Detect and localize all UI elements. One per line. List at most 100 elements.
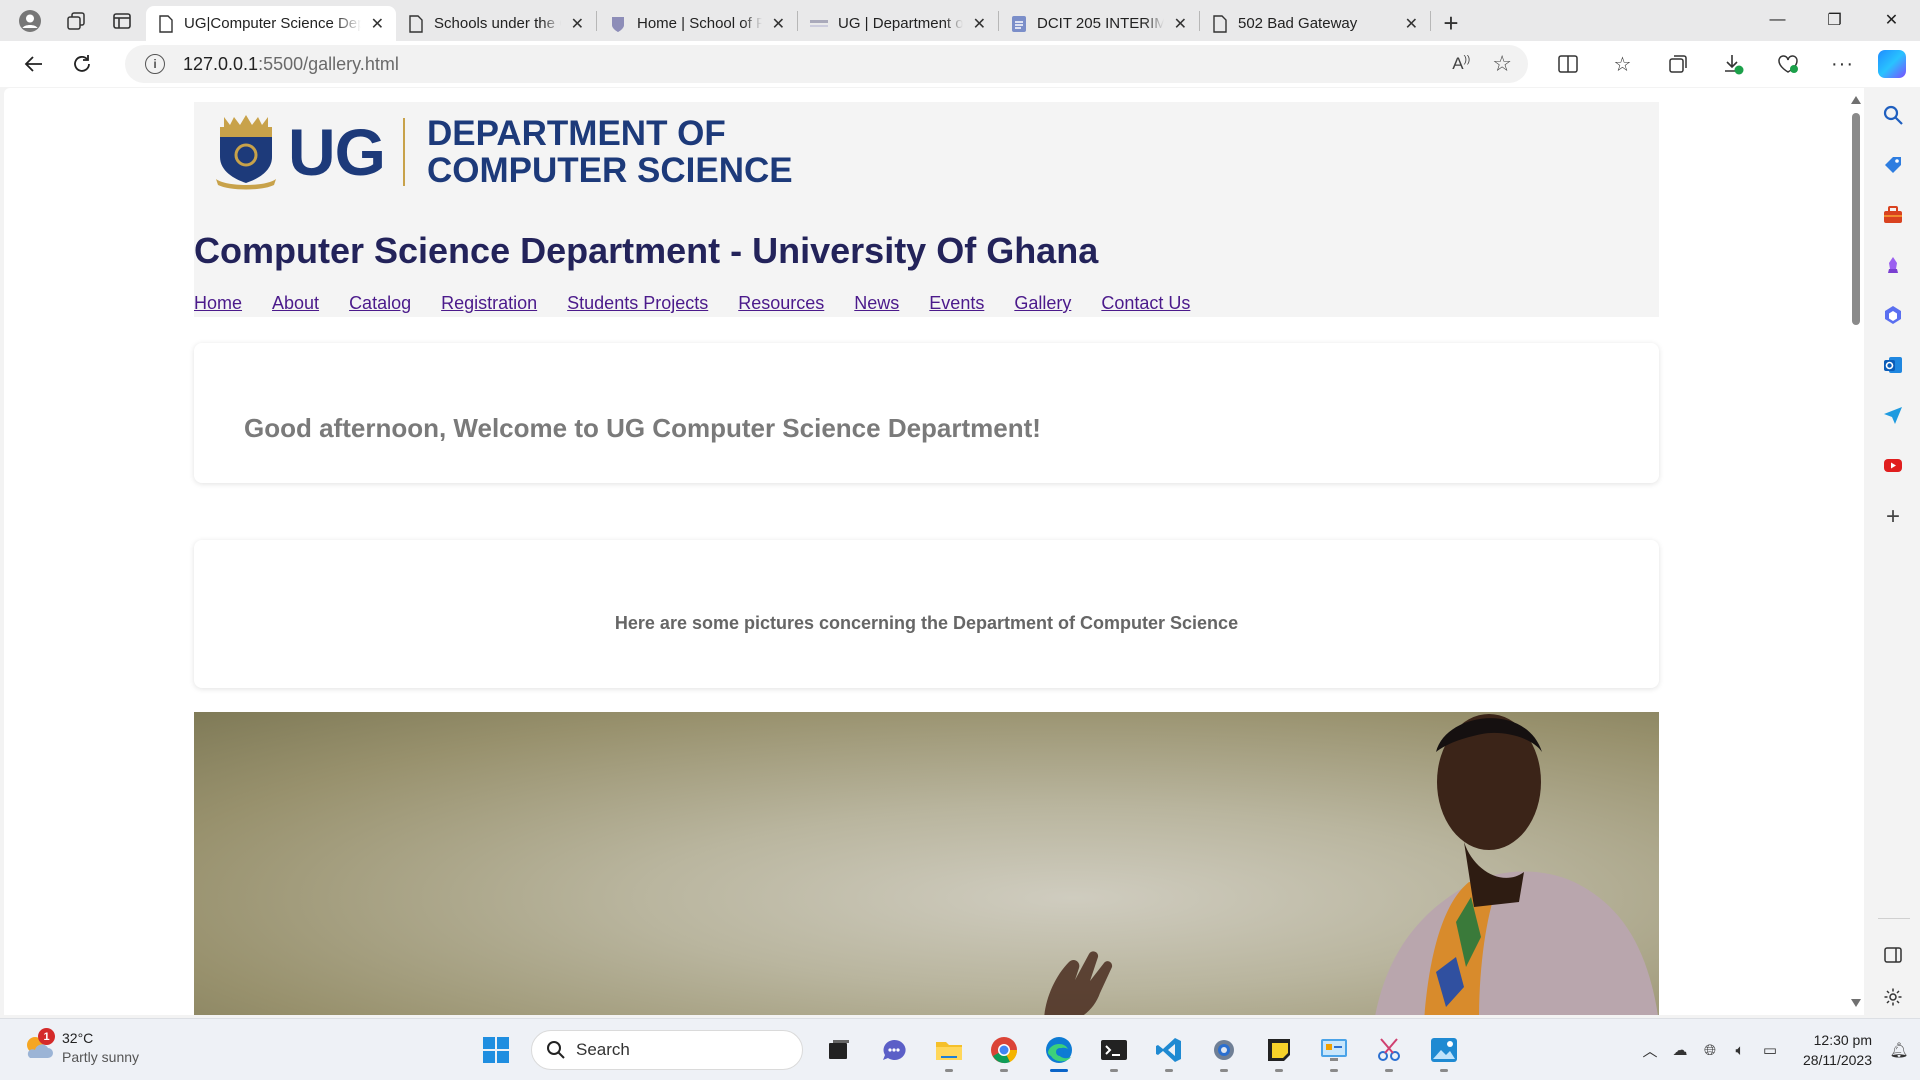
sidebar-microsoft365-icon[interactable]: [1880, 302, 1906, 328]
workspaces-icon[interactable]: [56, 3, 96, 39]
windows-taskbar: 1 32°C Partly sunny Search ︿ ☁ 🌐︎ 🔈︎ ▭ 1…: [0, 1018, 1920, 1080]
scroll-up-arrow-icon[interactable]: [1851, 96, 1861, 104]
sticky-notes-button[interactable]: [1251, 1027, 1306, 1073]
tab-dcit-205[interactable]: DCIT 205 INTERIM ASSESSMENT ✕: [999, 6, 1199, 41]
clock[interactable]: 12:30 pm 28/11/2023: [1803, 1030, 1872, 1070]
gallery-photo: [194, 712, 1659, 1015]
start-button[interactable]: [468, 1027, 523, 1073]
scroll-down-arrow-icon[interactable]: [1851, 999, 1861, 1007]
close-tab-icon[interactable]: ✕: [772, 14, 785, 34]
tab-schools-college[interactable]: Schools under the College of ✕: [396, 6, 596, 41]
tab-ug-department[interactable]: UG | Department of Computer ✕: [798, 6, 998, 41]
language-globe-icon[interactable]: 🌐︎: [1695, 1042, 1725, 1059]
sidebar-games-icon[interactable]: [1880, 252, 1906, 278]
taskbar-search[interactable]: Search: [531, 1030, 803, 1070]
settings-app-button[interactable]: [1196, 1027, 1251, 1073]
favorites-icon[interactable]: ☆: [1595, 44, 1650, 84]
performance-icon[interactable]: [1760, 44, 1815, 84]
tab-strip: UG|Computer Science Department ✕ Schools…: [0, 0, 1920, 41]
onedrive-icon[interactable]: ☁: [1665, 1041, 1695, 1059]
weather-alert-badge: 1: [38, 1028, 55, 1045]
downloads-icon[interactable]: [1705, 44, 1760, 84]
close-tab-icon[interactable]: ✕: [973, 14, 986, 34]
settings-gear-icon: [1213, 1040, 1234, 1060]
running-indicator: [1274, 1069, 1283, 1072]
school-crest-icon: [612, 16, 624, 32]
collections-icon[interactable]: [1650, 44, 1705, 84]
vscode-button[interactable]: [1141, 1027, 1196, 1073]
close-tab-icon[interactable]: ✕: [371, 14, 384, 34]
welcome-card: Good afternoon, Welcome to UG Computer S…: [194, 343, 1659, 483]
nav-link-events[interactable]: Events: [929, 293, 984, 314]
chrome-button[interactable]: [976, 1027, 1031, 1073]
notifications-icon[interactable]: 🔔︎: [1884, 1041, 1914, 1059]
back-button[interactable]: [10, 44, 58, 84]
close-tab-icon[interactable]: ✕: [1174, 14, 1187, 34]
sidebar-hide-icon[interactable]: [1880, 942, 1906, 968]
profile-icon[interactable]: [10, 3, 50, 39]
sidebar-add-icon[interactable]: +: [1880, 503, 1906, 530]
scrollbar-thumb[interactable]: [1852, 113, 1860, 325]
folder-icon: [935, 1042, 962, 1060]
terminal-button[interactable]: [1086, 1027, 1141, 1073]
tab-school-physical[interactable]: Home | School of Physical ✕: [597, 6, 797, 41]
site-info-icon[interactable]: i: [145, 54, 165, 74]
hand-image: [1044, 951, 1113, 1015]
edge-button[interactable]: [1031, 1027, 1086, 1073]
close-window-button[interactable]: ✕: [1863, 0, 1920, 40]
person-presenting-image: [1375, 714, 1658, 1015]
nav-link-news[interactable]: News: [854, 293, 899, 314]
task-view-button[interactable]: [811, 1027, 866, 1073]
sidebar-outlook-icon[interactable]: [1880, 352, 1906, 378]
nav-link-contact-us[interactable]: Contact Us: [1101, 293, 1190, 314]
url-text[interactable]: 127.0.0.1:5500/gallery.html: [183, 54, 399, 75]
system-tray: ︿ ☁ 🌐︎ 🔈︎ ▭ 12:30 pm 28/11/2023 🔔︎: [1635, 1019, 1920, 1080]
page-icon: [1213, 14, 1227, 33]
new-tab-button[interactable]: +: [1431, 5, 1471, 41]
close-tab-icon[interactable]: ✕: [1405, 14, 1418, 34]
tab-ug-computer-science[interactable]: UG|Computer Science Department ✕: [146, 6, 396, 41]
more-options-icon[interactable]: ···: [1815, 44, 1870, 84]
read-aloud-icon[interactable]: A)): [1452, 54, 1470, 74]
tab-502-bad-gateway[interactable]: 502 Bad Gateway ✕: [1200, 6, 1430, 41]
battery-icon[interactable]: ▭: [1755, 1041, 1785, 1059]
address-bar[interactable]: i 127.0.0.1:5500/gallery.html A)) ☆: [125, 45, 1528, 83]
sidebar-search-icon[interactable]: [1880, 102, 1906, 128]
running-indicator: [1219, 1069, 1228, 1072]
teams-chat-button[interactable]: [866, 1027, 921, 1073]
greeting-heading: Good afternoon, Welcome to UG Computer S…: [244, 413, 1041, 443]
nav-link-home[interactable]: Home: [194, 293, 242, 314]
file-explorer-button[interactable]: [921, 1027, 976, 1073]
weather-widget[interactable]: 1 32°C Partly sunny: [22, 1028, 139, 1067]
sidebar-youtube-icon[interactable]: [1880, 452, 1906, 478]
nav-link-resources[interactable]: Resources: [738, 293, 824, 314]
snipping-tool-button[interactable]: [1361, 1027, 1416, 1073]
sidebar-settings-icon[interactable]: [1880, 984, 1906, 1010]
nav-link-students-projects[interactable]: Students Projects: [567, 293, 708, 314]
sidebar-shopping-icon[interactable]: [1880, 152, 1906, 178]
page-scrollbar[interactable]: [1848, 88, 1864, 1015]
nav-link-gallery[interactable]: Gallery: [1014, 293, 1071, 314]
tab-actions-icon[interactable]: [102, 3, 142, 39]
show-hidden-icons-icon[interactable]: ︿: [1635, 1040, 1665, 1061]
nav-link-about[interactable]: About: [272, 293, 319, 314]
sidebar-send-icon[interactable]: [1880, 402, 1906, 428]
minimize-button[interactable]: —: [1749, 0, 1806, 40]
favorite-star-icon[interactable]: ☆: [1492, 51, 1512, 77]
tab-title: 502 Bad Gateway: [1238, 15, 1358, 32]
split-screen-icon[interactable]: [1540, 44, 1595, 84]
volume-muted-icon[interactable]: 🔈︎: [1725, 1042, 1755, 1059]
nav-link-catalog[interactable]: Catalog: [349, 293, 411, 314]
refresh-button[interactable]: [58, 44, 106, 84]
tab-title: Home | School of Physical: [637, 15, 762, 32]
sidebar-tools-icon[interactable]: [1880, 202, 1906, 228]
main-nav: Home About Catalog Registration Students…: [194, 293, 1220, 314]
copilot-icon[interactable]: [1878, 50, 1906, 78]
photos-button[interactable]: [1416, 1027, 1471, 1073]
restore-button[interactable]: ❐: [1806, 0, 1863, 40]
control-panel-button[interactable]: [1306, 1027, 1361, 1073]
edge-icon: [1045, 1037, 1072, 1063]
close-tab-icon[interactable]: ✕: [571, 14, 584, 34]
gallery-intro-text: Here are some pictures concerning the De…: [614, 613, 1239, 633]
nav-link-registration[interactable]: Registration: [441, 293, 537, 314]
